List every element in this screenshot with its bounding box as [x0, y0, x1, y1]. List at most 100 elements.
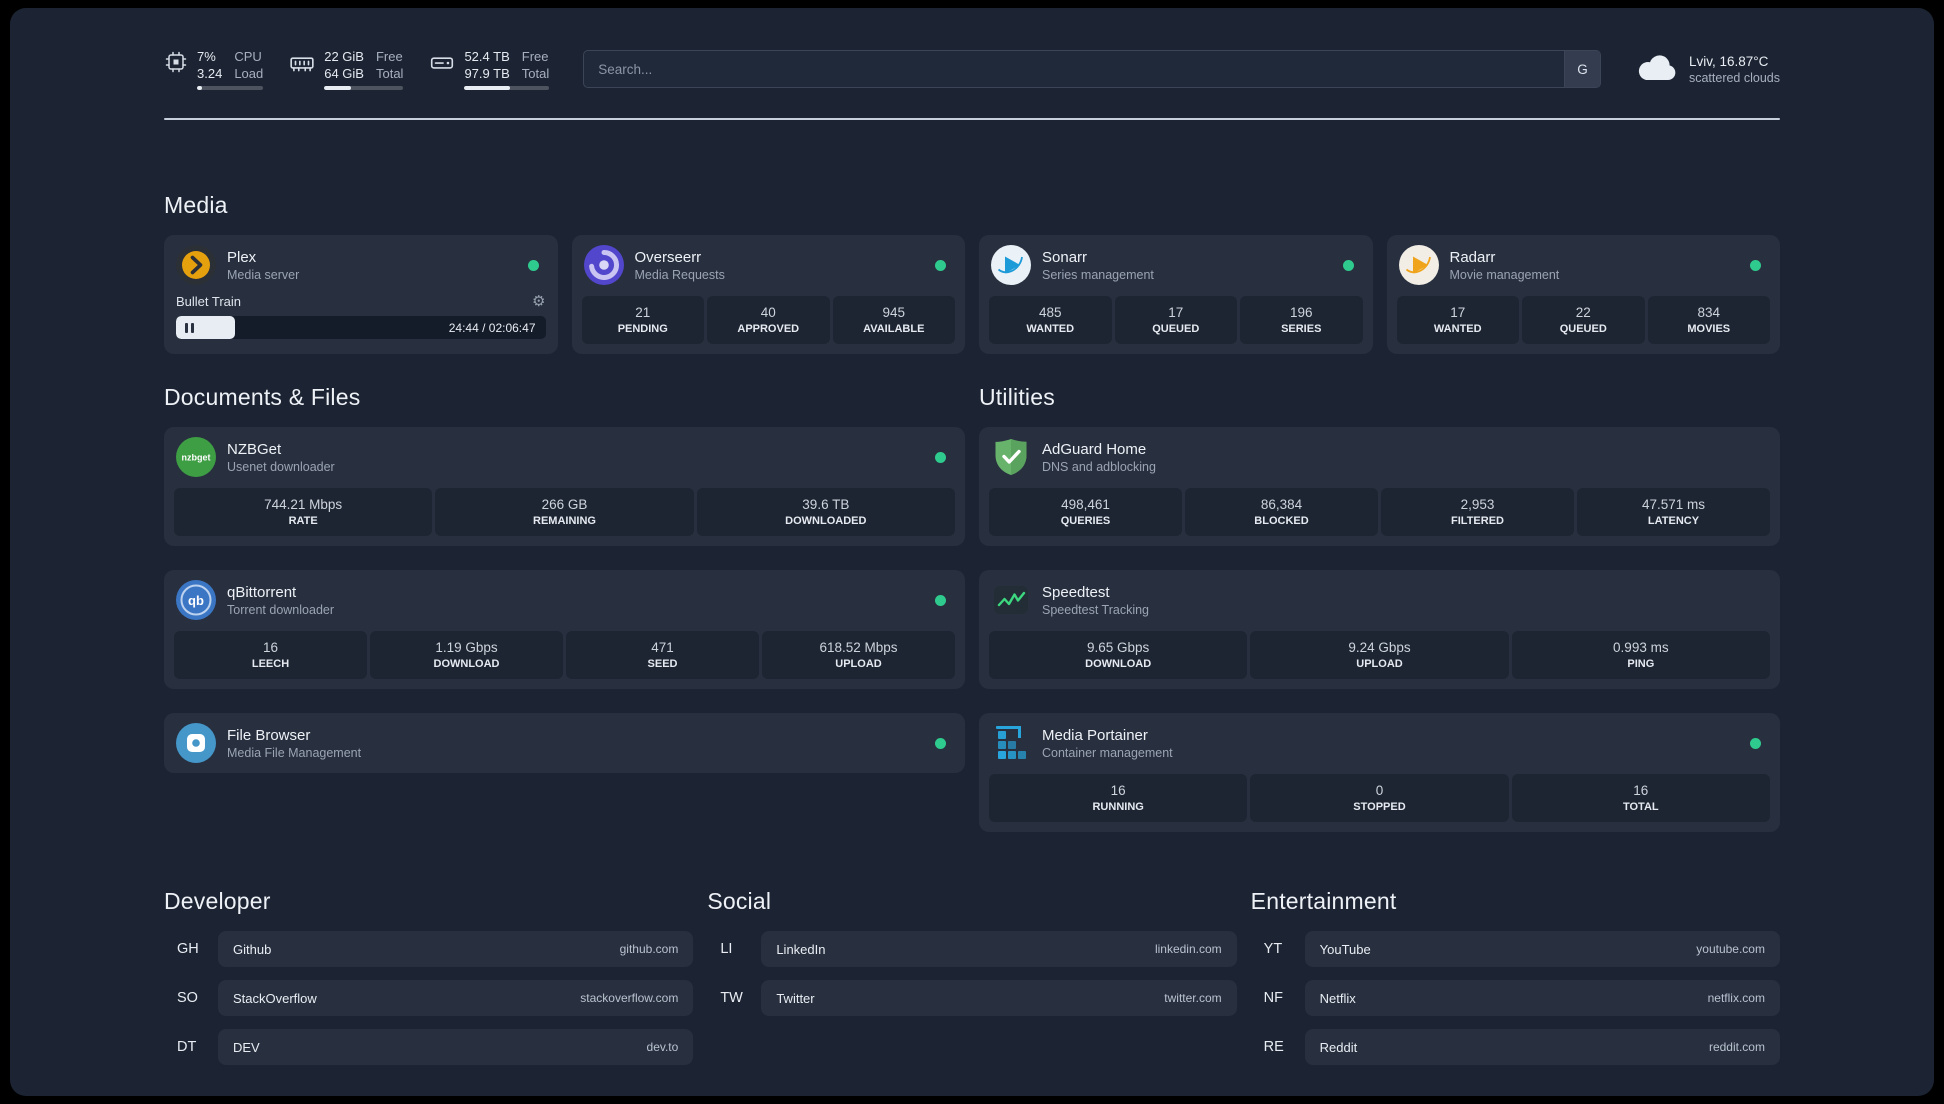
bookmark-abbr: TW [720, 990, 743, 1006]
service-name: Sonarr [1042, 248, 1088, 266]
memory-monitor: 22 GiB 64 GiB Free Total [289, 48, 404, 90]
stat-tile: 2,953 FILTERED [1381, 488, 1574, 536]
gear-icon[interactable]: ⚙ [532, 294, 545, 309]
service-name: Media Portainer [1042, 726, 1148, 744]
cpu-icon [165, 51, 187, 73]
service-description: Container management [1042, 745, 1173, 760]
cloud-icon [1638, 55, 1676, 81]
now-playing-title: Bullet Train [176, 294, 242, 309]
section-media: Media Plex Media server Bullet Train ⚙ 2… [164, 192, 1780, 354]
resource-monitors: 7% 3.24 CPU Load 22 GiB 64 GiB Free Tota… [164, 48, 550, 90]
weather-location: Lviv, 16.87°C [1688, 53, 1769, 69]
svg-text:qb: qb [188, 593, 204, 608]
bookmark-abbr: RE [1263, 1039, 1284, 1055]
disk-total-label: Total [521, 66, 550, 81]
plex-icon [176, 245, 216, 285]
service-name: Speedtest [1042, 583, 1110, 601]
status-dot [935, 594, 946, 606]
cpu-monitor: 7% 3.24 CPU Load [164, 48, 264, 90]
memory-icon [290, 57, 314, 72]
radarr-icon [1398, 245, 1439, 285]
status-dot [1750, 259, 1761, 271]
bookmark-dev[interactable]: DEV dev.to [218, 1029, 694, 1065]
service-description: Speedtest Tracking [1042, 602, 1150, 617]
weather-condition: scattered clouds [1688, 70, 1780, 85]
search-input[interactable] [583, 50, 1601, 88]
service-card-overseerr[interactable]: Overseerr Media Requests 21 PENDING 40 APP… [571, 235, 965, 354]
pause-icon[interactable] [185, 322, 194, 333]
adguard-icon [995, 439, 1027, 475]
bookmark-row: SO StackOverflow stackoverflow.com [164, 980, 694, 1016]
bookmark-group-developer: Developer GH Github github.com SO StackO… [164, 888, 694, 1065]
bookmark-row: LI LinkedIn linkedin.com [707, 931, 1237, 967]
disk-free-value: 52.4 TB [464, 49, 510, 64]
service-name: Radarr [1449, 248, 1496, 266]
stat-tile: 16 RUNNING [989, 774, 1248, 822]
bookmark-group-entertainment: Entertainment YT YouTube youtube.com NF … [1251, 888, 1780, 1065]
bookmark-abbr: NF [1263, 990, 1283, 1006]
stat-tile: 485 WANTED [989, 296, 1112, 344]
bookmark-reddit[interactable]: Reddit reddit.com [1304, 1029, 1780, 1065]
service-card-speedtest[interactable]: Speedtest Speedtest Tracking 9.65 Gbps DO… [979, 570, 1780, 689]
service-card-adguard[interactable]: AdGuard Home DNS and adblocking 498,461 Q… [979, 427, 1780, 546]
stat-tile: 0 STOPPED [1250, 774, 1509, 822]
stat-tile: 498,461 QUERIES [989, 488, 1182, 536]
service-card-radarr[interactable]: Radarr Movie management 17 WANTED 22 QUEUE… [1386, 235, 1780, 354]
bookmark-abbr: LI [720, 941, 733, 957]
bookmark-abbr: SO [177, 990, 198, 1006]
topbar-divider [164, 118, 1780, 120]
stat-tile: 16 TOTAL [1511, 774, 1770, 822]
disk-icon [431, 57, 454, 69]
stat-tile: 1.19 Gbps DOWNLOAD [370, 631, 563, 679]
section-title-entertainment: Entertainment [1250, 888, 1397, 914]
service-name: Overseerr [634, 248, 702, 266]
status-dot [935, 737, 946, 749]
playback-progress-bar: 24:44 / 02:06:47 [176, 316, 546, 339]
service-name: qBittorrent [227, 583, 297, 601]
overseerr-icon [583, 245, 624, 285]
service-description: Torrent downloader [227, 602, 335, 617]
bookmark-netflix[interactable]: Netflix netflix.com [1304, 980, 1780, 1016]
bookmark-github[interactable]: Github github.com [218, 931, 694, 967]
service-card-filebrowser[interactable]: File Browser Media File Management [164, 713, 965, 773]
stat-tile: 40 APPROVED [707, 296, 830, 344]
bookmark-row: DT DEV dev.to [164, 1029, 694, 1065]
bookmark-youtube[interactable]: YouTube youtube.com [1304, 931, 1780, 967]
section-documents: Documents & Files nzbget NZBGet Usenet d… [164, 384, 965, 773]
disk-free-label: Free [521, 49, 549, 64]
cpu-load-value: 3.24 [197, 66, 223, 81]
bookmark-linkedin[interactable]: LinkedIn linkedin.com [761, 931, 1237, 967]
service-card-plex[interactable]: Plex Media server Bullet Train ⚙ 24:44 /… [164, 235, 558, 354]
service-description: DNS and adblocking [1042, 459, 1156, 474]
status-dot [935, 451, 946, 463]
bookmark-stackoverflow[interactable]: StackOverflow stackoverflow.com [218, 980, 694, 1016]
bookmark-row: NF Netflix netflix.com [1251, 980, 1780, 1016]
stat-tile: 47.571 ms LATENCY [1577, 488, 1770, 536]
svg-text:nzbget: nzbget [182, 453, 211, 463]
stat-tile: 86,384 BLOCKED [1185, 488, 1378, 536]
service-card-sonarr[interactable]: Sonarr Series management 485 WANTED 17 QUE… [979, 235, 1373, 354]
service-card-portainer[interactable]: Media Portainer Container management 16 R… [979, 713, 1780, 832]
search: G [583, 50, 1601, 88]
service-card-nzbget[interactable]: nzbget NZBGet Usenet downloader 744.21 M… [164, 427, 965, 546]
cpu-usage-value: 7% [197, 49, 216, 64]
bookmark-row: TW Twitter twitter.com [707, 980, 1237, 1016]
status-dot [527, 259, 539, 271]
stat-tile: 22 QUEUED [1522, 296, 1645, 344]
bookmark-abbr: GH [177, 941, 199, 957]
service-description: Media File Management [227, 745, 362, 760]
stat-tile: 0.993 ms PING [1511, 631, 1770, 679]
filebrowser-icon [176, 723, 216, 763]
bookmark-twitter[interactable]: Twitter twitter.com [761, 980, 1237, 1016]
memory-total-label: Total [375, 66, 404, 81]
memory-free-label: Free [375, 49, 403, 64]
playback-time: 24:44 / 02:06:47 [448, 320, 536, 335]
service-description: Movie management [1449, 267, 1560, 282]
section-title-developer: Developer [164, 888, 271, 914]
stat-tile: 17 QUEUED [1114, 296, 1237, 344]
stat-tile: 834 MOVIES [1647, 296, 1770, 344]
service-card-qbittorrent[interactable]: qb qBittorrent Torrent downloader 16 LEEC… [164, 570, 965, 689]
status-dot [1342, 259, 1354, 271]
stat-tile: 471 SEED [566, 631, 759, 679]
search-provider-button[interactable]: G [1563, 51, 1600, 87]
